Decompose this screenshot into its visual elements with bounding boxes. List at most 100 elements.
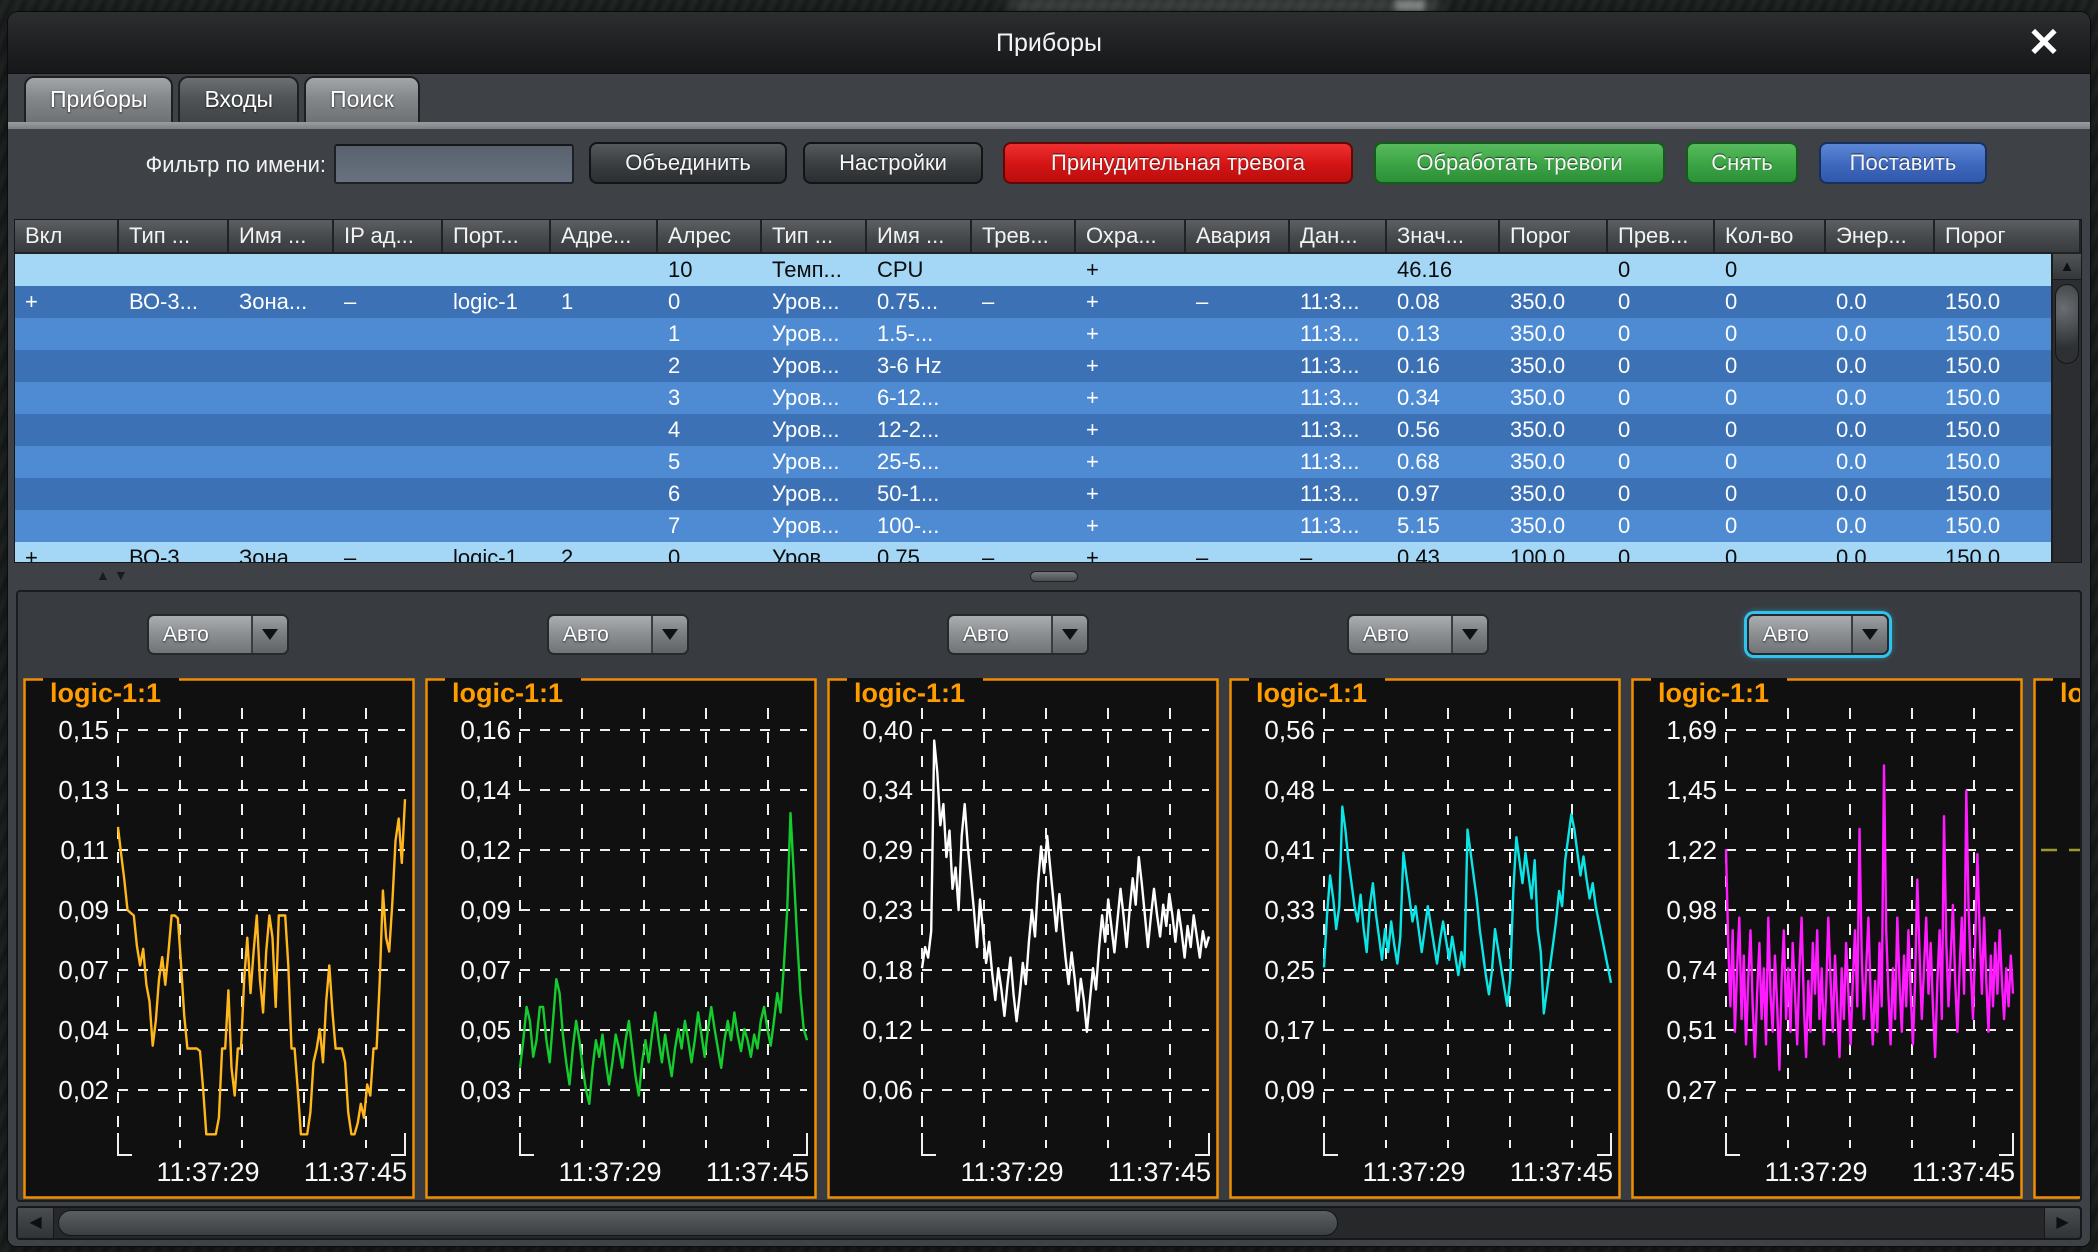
table-cell xyxy=(972,478,1076,510)
horizontal-scrollbar[interactable]: ◀ ▶ xyxy=(16,1206,2082,1240)
column-header[interactable]: Порог xyxy=(1500,220,1608,254)
column-header[interactable]: Энер... xyxy=(1826,220,1935,254)
column-header[interactable]: IP ад... xyxy=(334,220,443,254)
toolbar-button[interactable]: Обработать тревоги xyxy=(1374,142,1665,184)
table-cell: + xyxy=(1076,286,1186,318)
table-row[interactable]: 3Уров...6-12...+11:3...0.34350.0000.0150… xyxy=(15,382,2081,414)
chevron-down-icon[interactable] xyxy=(651,616,687,653)
tab-inputs[interactable]: Входы xyxy=(178,76,299,122)
column-header[interactable]: Знач... xyxy=(1387,220,1500,254)
column-header[interactable]: Авария xyxy=(1186,220,1290,254)
table-cell: 3 xyxy=(658,382,762,414)
horizontal-scroll-thumb[interactable] xyxy=(58,1210,1338,1236)
table-cell: Уров xyxy=(762,542,867,563)
scale-select-5[interactable]: Авто xyxy=(1747,614,1889,655)
table-cell: 2 xyxy=(658,350,762,382)
scale-select-3[interactable]: Авто xyxy=(947,614,1089,655)
scroll-right-icon[interactable]: ▶ xyxy=(2044,1208,2080,1238)
vertical-scrollbar[interactable]: ▲ xyxy=(2051,254,2081,562)
table-cell: 0 xyxy=(1608,478,1715,510)
table-cell: + xyxy=(1076,478,1186,510)
scale-select-1[interactable]: Авто xyxy=(147,614,289,655)
column-header[interactable]: Вкл xyxy=(15,220,119,254)
table-cell: 350.0 xyxy=(1500,350,1608,382)
column-header[interactable]: Порог xyxy=(1935,220,2081,254)
chevron-down-icon[interactable] xyxy=(1851,616,1887,653)
table-cell: + xyxy=(1076,414,1186,446)
table-cell xyxy=(334,382,443,414)
toolbar-button[interactable]: Поставить xyxy=(1819,142,1987,184)
table-row[interactable]: 6Уров...50-1...+11:3...0.97350.0000.0150… xyxy=(15,478,2081,510)
table-row[interactable]: 5Уров...25-5...+11:3...0.68350.0000.0150… xyxy=(15,446,2081,478)
table-row[interactable]: 10Темп...CPU+46.1600 xyxy=(15,254,2081,286)
toolbar-button[interactable]: Настройки xyxy=(803,142,983,184)
chart-panel-2[interactable]: 0,160,140,120,090,070,050,0311:37:2911:3… xyxy=(425,678,817,1199)
table-cell xyxy=(443,382,551,414)
chart-panel-1[interactable]: 0,150,130,110,090,070,040,0211:37:2911:3… xyxy=(23,678,415,1199)
table-cell: 0 xyxy=(658,542,762,563)
y-tick-label: 1,22 xyxy=(1666,835,1717,865)
table-cell xyxy=(972,510,1076,542)
y-tick-label: 0,40 xyxy=(862,715,913,745)
table-row[interactable]: +ВО-3...Зона...–logic-110Уров...0.75...–… xyxy=(15,286,2081,318)
column-header[interactable]: Порт... xyxy=(443,220,551,254)
scale-select-4[interactable]: Авто xyxy=(1347,614,1489,655)
table-cell xyxy=(334,510,443,542)
column-header[interactable]: Имя ... xyxy=(867,220,972,254)
column-header[interactable]: Адре... xyxy=(551,220,658,254)
close-icon[interactable]: ✕ xyxy=(2020,20,2068,66)
column-header[interactable]: Имя ... xyxy=(229,220,334,254)
dialog-titlebar[interactable]: Приборы ✕ xyxy=(8,12,2090,74)
table-cell: 0 xyxy=(658,286,762,318)
column-header[interactable]: Тип ... xyxy=(119,220,229,254)
chevron-down-icon[interactable] xyxy=(251,616,287,653)
column-header[interactable]: Прев... xyxy=(1608,220,1715,254)
table-cell xyxy=(119,446,229,478)
table-row[interactable]: 2Уров...3-6 Hz+11:3...0.16350.0000.0150.… xyxy=(15,350,2081,382)
toolbar-button[interactable]: Принудительная тревога xyxy=(1003,142,1353,184)
table-cell: Уров... xyxy=(762,286,867,318)
column-header[interactable]: Алрес xyxy=(658,220,762,254)
table-row[interactable]: +ВО-3Зона...–logic-120Уров0.75–+––0.4310… xyxy=(15,542,2081,563)
table-cell xyxy=(1186,510,1290,542)
chart-border xyxy=(2035,680,2083,1198)
column-header[interactable]: Охра... xyxy=(1076,220,1186,254)
chevron-down-icon[interactable] xyxy=(1051,616,1087,653)
y-tick-label: 0,23 xyxy=(862,895,913,925)
table-cell xyxy=(334,446,443,478)
chart-panel-5[interactable]: 1,691,451,220,980,740,510,2711:37:2911:3… xyxy=(1631,678,2023,1199)
table-cell xyxy=(1186,318,1290,350)
column-header[interactable]: Кол-во xyxy=(1715,220,1826,254)
column-header[interactable]: Дан... xyxy=(1290,220,1387,254)
y-tick-label: 0,27 xyxy=(1666,1075,1717,1105)
filter-input[interactable] xyxy=(334,144,574,184)
toolbar-button[interactable]: Снять xyxy=(1686,142,1798,184)
table-cell: + xyxy=(1076,318,1186,350)
chart-svg: 0,150,130,110,090,070,040,0211:37:2911:3… xyxy=(23,678,415,1199)
splitter-collapse-icons[interactable]: ▲▼ xyxy=(96,567,132,583)
chart-panel-3[interactable]: 0,400,340,290,230,180,120,0611:37:2911:3… xyxy=(827,678,1219,1199)
table-cell: 350.0 xyxy=(1500,478,1608,510)
tab-devices[interactable]: Приборы xyxy=(24,76,173,122)
pane-splitter[interactable]: ▲▼ xyxy=(8,565,2090,589)
scale-select-2[interactable]: Авто xyxy=(547,614,689,655)
scroll-left-icon[interactable]: ◀ xyxy=(18,1208,54,1238)
table-row[interactable]: 4Уров...12-2...+11:3...0.56350.0000.0150… xyxy=(15,414,2081,446)
y-tick-label: 0,56 xyxy=(1264,715,1315,745)
column-header[interactable]: Тип ... xyxy=(762,220,867,254)
table-cell xyxy=(1186,382,1290,414)
chart-panel-4[interactable]: 0,560,480,410,330,250,170,0911:37:2911:3… xyxy=(1229,678,1621,1199)
chevron-down-glyph xyxy=(1862,629,1878,640)
table-row[interactable]: 1Уров...1.5-...+11:3...0.13350.0000.0150… xyxy=(15,318,2081,350)
splitter-handle-icon[interactable] xyxy=(1030,571,1078,582)
chart-panel-6[interactable]: 2,11,81,51,20,90,60,311:37:2911:37:45log… xyxy=(2033,678,2082,1199)
tab-search[interactable]: Поиск xyxy=(304,76,420,122)
table-cell xyxy=(551,350,658,382)
table-row[interactable]: 7Уров...100-...+11:3...5.15350.0000.0150… xyxy=(15,510,2081,542)
toolbar-button[interactable]: Объединить xyxy=(589,142,787,184)
column-header[interactable]: Трев... xyxy=(972,220,1076,254)
table-cell: 0 xyxy=(1715,318,1826,350)
chevron-down-icon[interactable] xyxy=(1451,616,1487,653)
scroll-up-icon[interactable]: ▲ xyxy=(2053,254,2081,280)
vertical-scroll-thumb[interactable] xyxy=(2055,284,2079,364)
